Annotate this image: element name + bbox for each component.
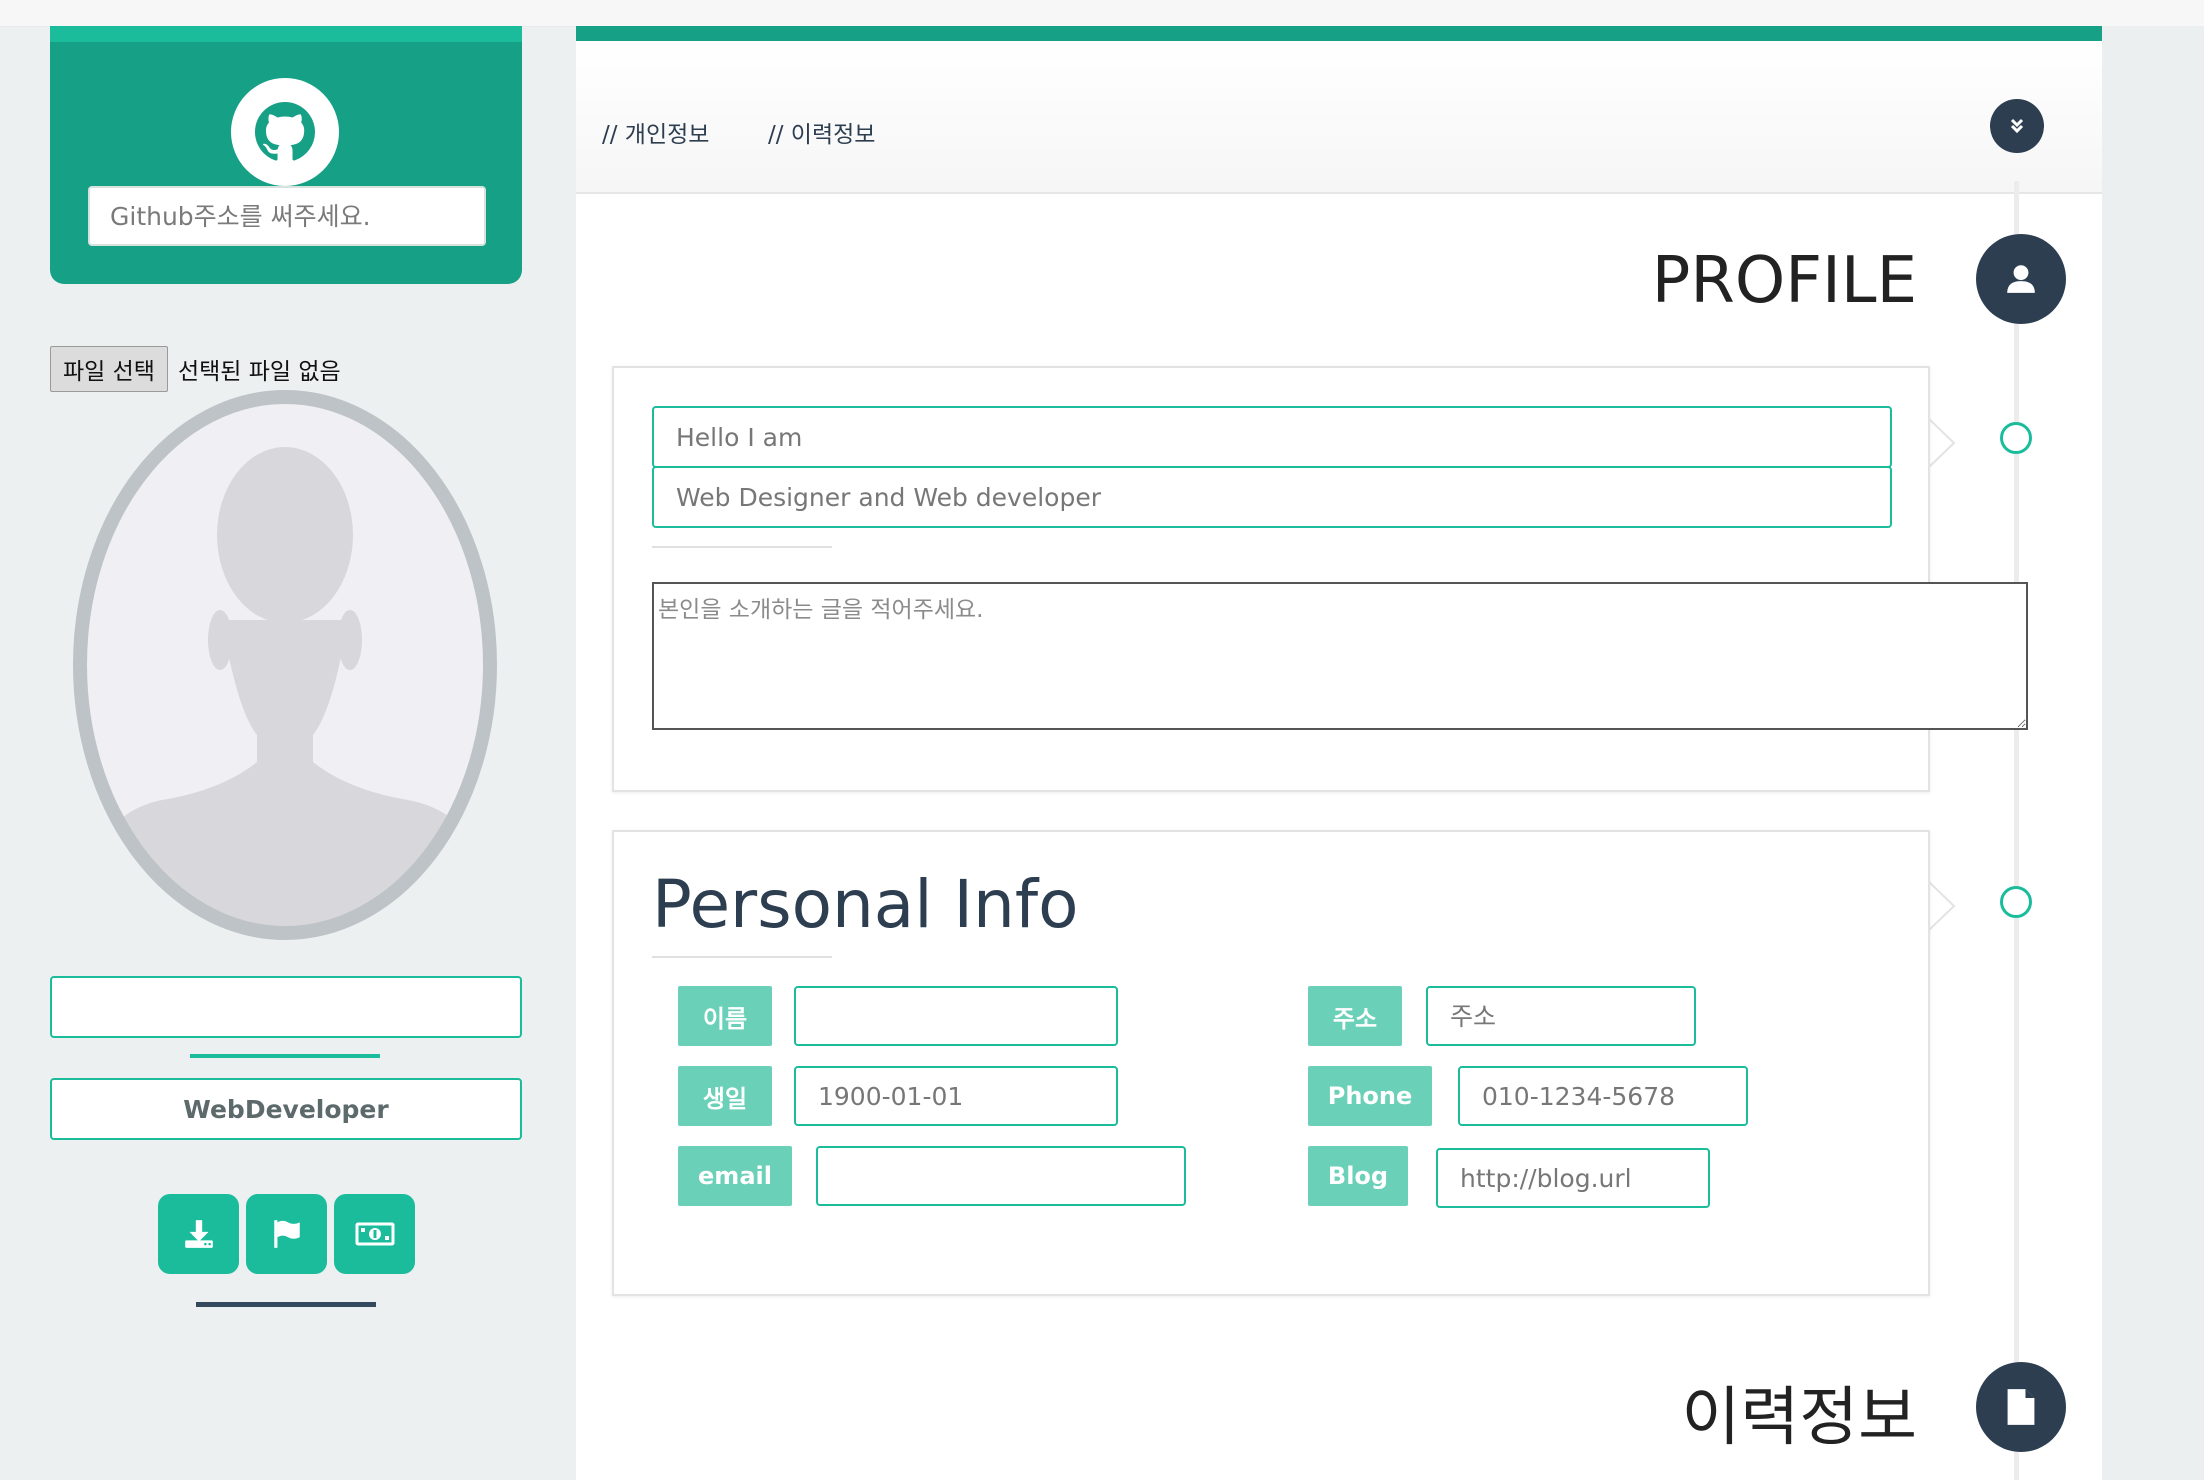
top-strip: [0, 0, 2204, 27]
action-buttons: [158, 1194, 415, 1274]
timeline-line: [2014, 181, 2019, 1480]
role-input[interactable]: [652, 466, 1892, 528]
github-url-input[interactable]: [88, 186, 486, 246]
github-card: [50, 26, 522, 284]
money-icon: [355, 1222, 394, 1246]
user-icon: [2007, 265, 2035, 293]
file-picker: 파일 선택 선택된 파일 없음: [50, 346, 341, 392]
email-label: email: [678, 1146, 792, 1206]
choose-file-button[interactable]: 파일 선택: [50, 346, 168, 392]
hello-input[interactable]: [652, 406, 1892, 468]
divider: [196, 1302, 376, 1307]
about-textarea[interactable]: [652, 582, 2028, 730]
double-chevron-down-icon: [2010, 118, 2024, 134]
blog-field[interactable]: [1436, 1148, 1710, 1208]
profile-title: PROFILE: [1651, 244, 1917, 318]
email-field[interactable]: [816, 1146, 1186, 1206]
avatar[interactable]: [72, 390, 498, 940]
file-status-text: 선택된 파일 없음: [177, 359, 341, 385]
github-icon: [231, 78, 339, 186]
section-nav: // 개인정보 // 이력정보: [576, 41, 2102, 194]
divider: [652, 956, 832, 958]
divider: [190, 1054, 380, 1058]
profile-badge: [1976, 234, 2066, 324]
timeline-dot: [2000, 886, 2032, 918]
intro-card: [612, 366, 2028, 792]
flag-icon: [273, 1220, 300, 1248]
address-field[interactable]: [1426, 986, 1696, 1046]
main-panel: // 개인정보 // 이력정보 PROFILE Personal Info 이름: [576, 26, 2102, 1480]
phone-field[interactable]: [1458, 1066, 1748, 1126]
right-gutter: [2102, 26, 2204, 1480]
name-input[interactable]: [50, 976, 522, 1038]
tab-career-info[interactable]: // 이력정보: [768, 115, 875, 149]
card-pointer: [1928, 881, 1956, 931]
tab-personal-info[interactable]: // 개인정보: [602, 115, 709, 149]
address-label: 주소: [1308, 986, 1402, 1046]
birthday-field[interactable]: [794, 1066, 1118, 1126]
file-icon: [2007, 1389, 2035, 1425]
personal-info-title: Personal Info: [652, 866, 1079, 943]
name-label: 이름: [678, 986, 772, 1046]
divider: [652, 546, 832, 548]
money-button[interactable]: [334, 1194, 415, 1274]
blog-label: Blog: [1308, 1146, 1408, 1206]
job-title-box[interactable]: WebDeveloper: [50, 1078, 522, 1140]
timeline-dot: [2000, 422, 2032, 454]
name-field[interactable]: [794, 986, 1118, 1046]
career-badge: [1976, 1362, 2066, 1452]
career-title: 이력정보: [1681, 1381, 1917, 1455]
collapse-button[interactable]: [1990, 99, 2044, 153]
birthday-label: 생일: [678, 1066, 772, 1126]
card-pointer: [1928, 418, 1956, 468]
phone-label: Phone: [1308, 1066, 1432, 1126]
download-icon: [184, 1220, 213, 1248]
personal-info-card: Personal Info 이름 생일 email 주소 Phone Blog: [612, 830, 1930, 1296]
flag-button[interactable]: [246, 1194, 327, 1274]
download-button[interactable]: [158, 1194, 239, 1274]
